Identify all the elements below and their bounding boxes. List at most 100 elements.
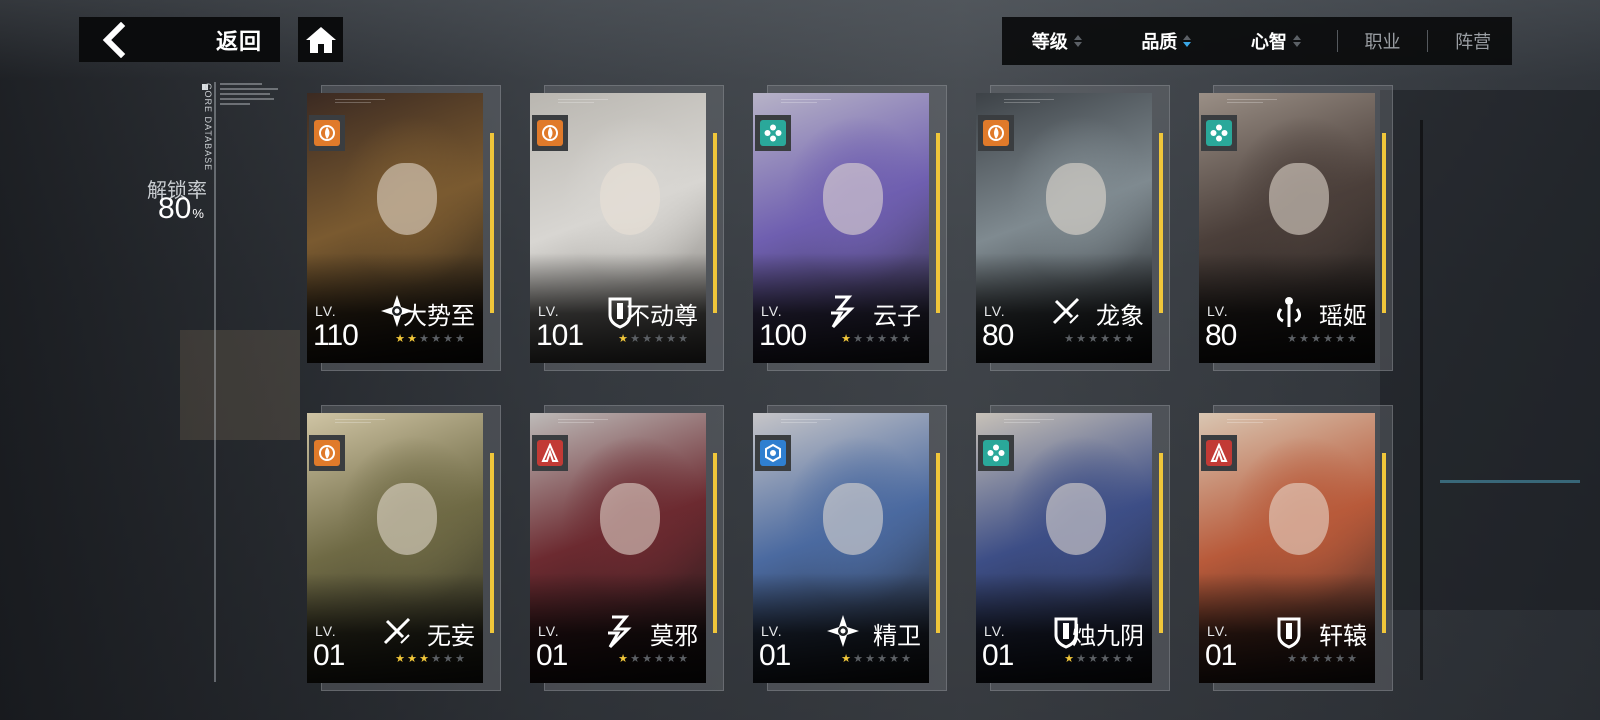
sort-mind-label: 心智 xyxy=(1250,32,1287,52)
portrait-face xyxy=(1046,163,1106,235)
level-label: LV. xyxy=(761,623,783,639)
star-empty-icon: ★ xyxy=(1287,653,1297,665)
star-empty-icon: ★ xyxy=(889,653,899,665)
star-empty-icon: ★ xyxy=(865,653,875,665)
back-button[interactable]: 返回 xyxy=(79,17,280,62)
back-label: 返回 xyxy=(215,28,262,54)
star-filled-icon: ★ xyxy=(841,653,851,665)
level-label: LV. xyxy=(538,303,560,319)
home-button[interactable] xyxy=(298,17,343,62)
character-card[interactable]: LV. 80 瑶姬 ★ ★ ★ ★ ★ ★ xyxy=(1199,85,1393,371)
level-value: 80 xyxy=(982,319,1014,352)
star-empty-icon: ★ xyxy=(455,653,465,665)
character-card[interactable]: LV. 01 精卫 ★ ★ ★ ★ ★ ★ xyxy=(753,405,947,691)
filter-faction[interactable]: 阵营 xyxy=(1434,17,1512,65)
level-label: LV. xyxy=(1207,623,1229,639)
card-tag-lines xyxy=(1004,99,1064,105)
card-tag-lines xyxy=(558,99,618,105)
character-name: 无妄 xyxy=(427,622,475,650)
star-filled-icon: ★ xyxy=(618,653,628,665)
red-tower-icon xyxy=(532,435,568,471)
star-empty-icon: ★ xyxy=(1347,333,1357,345)
sort-arrows-icon xyxy=(1073,35,1082,47)
lightning-icon xyxy=(602,613,638,649)
level-value: 01 xyxy=(313,639,345,672)
filter-class-label: 职业 xyxy=(1364,32,1401,52)
level-label: LV. xyxy=(1207,303,1229,319)
star-filled-icon: ★ xyxy=(407,653,417,665)
star-empty-icon: ★ xyxy=(1112,653,1122,665)
portrait-face xyxy=(1269,483,1329,555)
character-card[interactable]: LV. 101 不动尊 ★ ★ ★ ★ ★ ★ xyxy=(530,85,724,371)
card-accent-bar xyxy=(490,453,494,633)
star-rating: ★ ★ ★ ★ ★ ★ xyxy=(395,653,465,665)
star-empty-icon: ★ xyxy=(1347,653,1357,665)
star-empty-icon: ★ xyxy=(419,333,429,345)
star-empty-icon: ★ xyxy=(1088,653,1098,665)
sort-arrows-icon xyxy=(1292,35,1301,47)
character-card[interactable]: LV. 01 轩辕 ★ ★ ★ ★ ★ ★ xyxy=(1199,405,1393,691)
teal-cross-icon xyxy=(1201,115,1237,151)
character-card[interactable]: LV. 110 大势至 ★ ★ ★ ★ ★ ★ xyxy=(307,85,501,371)
star-empty-icon: ★ xyxy=(1076,653,1086,665)
sort-level[interactable]: 等级 xyxy=(1002,17,1112,65)
portrait-face xyxy=(377,483,437,555)
star-filled-icon: ★ xyxy=(1064,653,1074,665)
star-empty-icon: ★ xyxy=(654,333,664,345)
star-empty-icon: ★ xyxy=(1076,333,1086,345)
star-empty-icon: ★ xyxy=(865,333,875,345)
character-card[interactable]: LV. 100 云子 ★ ★ ★ ★ ★ ★ xyxy=(753,85,947,371)
level-value: 80 xyxy=(1205,319,1237,352)
star-empty-icon: ★ xyxy=(1335,653,1345,665)
orange-spiral-icon xyxy=(532,115,568,151)
lightning-icon xyxy=(825,293,861,329)
star-rating: ★ ★ ★ ★ ★ ★ xyxy=(395,333,465,345)
character-card[interactable]: LV. 01 莫邪 ★ ★ ★ ★ ★ ★ xyxy=(530,405,724,691)
orange-spiral-icon xyxy=(309,435,345,471)
portrait-face xyxy=(377,163,437,235)
star-rating: ★ ★ ★ ★ ★ ★ xyxy=(1064,653,1134,665)
star-rating: ★ ★ ★ ★ ★ ★ xyxy=(618,333,688,345)
star-empty-icon: ★ xyxy=(853,333,863,345)
character-name: 瑶姬 xyxy=(1319,302,1367,330)
chevron-left-icon xyxy=(102,21,126,58)
card-tag-lines xyxy=(781,419,841,425)
star-empty-icon: ★ xyxy=(1335,333,1345,345)
star-empty-icon: ★ xyxy=(1124,653,1134,665)
teal-cross-icon xyxy=(978,435,1014,471)
sort-mind[interactable]: 心智 xyxy=(1221,17,1331,65)
star-rating: ★ ★ ★ ★ ★ ★ xyxy=(1287,653,1357,665)
star-empty-icon: ★ xyxy=(1311,653,1321,665)
star-filled-icon: ★ xyxy=(841,333,851,345)
star-filled-icon: ★ xyxy=(395,653,405,665)
star-empty-icon: ★ xyxy=(877,653,887,665)
star-empty-icon: ★ xyxy=(1112,333,1122,345)
sort-quality[interactable]: 品质 xyxy=(1112,17,1222,65)
character-name: 烛九阴 xyxy=(1072,622,1144,650)
star-empty-icon: ★ xyxy=(630,333,640,345)
star-empty-icon: ★ xyxy=(901,653,911,665)
orange-spiral-icon xyxy=(978,115,1014,151)
level-label: LV. xyxy=(984,623,1006,639)
star-rating: ★ ★ ★ ★ ★ ★ xyxy=(841,333,911,345)
character-card[interactable]: LV. 80 龙象 ★ ★ ★ ★ ★ ★ xyxy=(976,85,1170,371)
character-card[interactable]: LV. 01 无妄 ★ ★ ★ ★ ★ ★ xyxy=(307,405,501,691)
orange-spiral-icon xyxy=(309,115,345,151)
card-accent-bar xyxy=(713,453,717,633)
red-tower-icon xyxy=(1201,435,1237,471)
star-rating: ★ ★ ★ ★ ★ ★ xyxy=(1064,333,1134,345)
star-empty-icon: ★ xyxy=(1311,333,1321,345)
card-accent-bar xyxy=(1382,453,1386,633)
card-accent-bar xyxy=(1382,133,1386,313)
star-empty-icon: ★ xyxy=(455,333,465,345)
character-card[interactable]: LV. 01 烛九阴 ★ ★ ★ ★ ★ ★ xyxy=(976,405,1170,691)
portrait-face xyxy=(1046,483,1106,555)
filter-class[interactable]: 职业 xyxy=(1344,17,1422,65)
character-name: 大势至 xyxy=(403,302,475,330)
character-name: 精卫 xyxy=(873,622,921,650)
level-value: 100 xyxy=(759,319,807,352)
card-accent-bar xyxy=(490,133,494,313)
portrait-face xyxy=(823,163,883,235)
star-empty-icon: ★ xyxy=(1299,653,1309,665)
star-empty-icon: ★ xyxy=(877,333,887,345)
